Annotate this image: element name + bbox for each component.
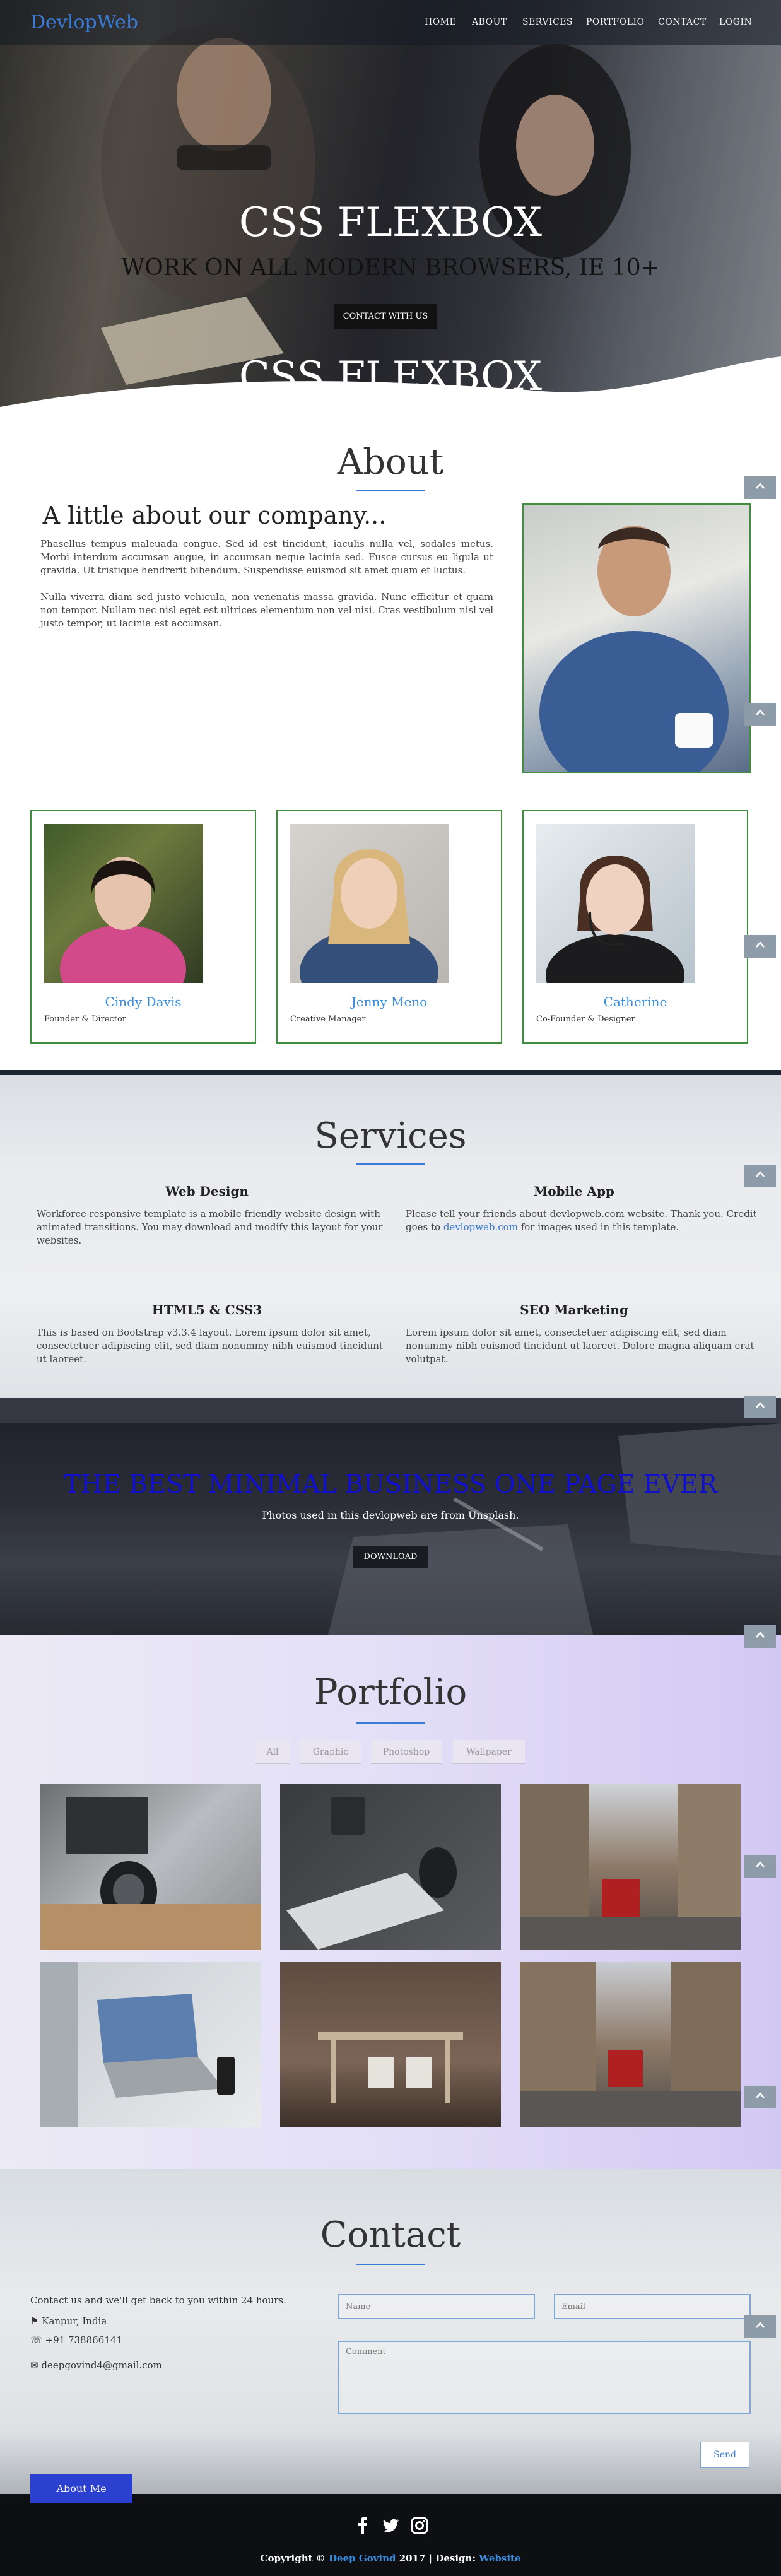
- service-title: SEO Marketing: [520, 1302, 628, 1317]
- hero-title: CSS FLEXBOX: [238, 199, 543, 246]
- contact-phone: ☏ +91 738866141: [30, 2334, 122, 2346]
- contact-location: ⚑ Kanpur, India: [30, 2315, 107, 2327]
- contact-title-underline: [356, 2264, 425, 2265]
- chevron-up-icon: [756, 709, 765, 715]
- service-description: Please tell your friends about devlopweb…: [406, 1208, 757, 1233]
- footer-copyright: Copyright © Deep Govind 2017 | Design: W…: [260, 2553, 521, 2564]
- nav-home[interactable]: HOME: [425, 17, 456, 27]
- team-member-role: Creative Manager: [290, 1015, 366, 1024]
- chevron-up-icon: [756, 2092, 765, 2098]
- filter-photoshop[interactable]: Photoshop: [371, 1740, 442, 1764]
- portfolio-item[interactable]: [40, 1784, 261, 1950]
- team-member-name: Cindy Davis: [105, 994, 182, 1009]
- chevron-up-icon: [756, 1861, 765, 1867]
- section-divider: [0, 1070, 781, 1075]
- promo-title: THE BEST MINIMAL BUSINESS ONE PAGE EVER: [64, 1470, 717, 1499]
- portfolio-title: Portfolio: [314, 1672, 467, 1713]
- nav-services[interactable]: SERVICES: [522, 17, 573, 27]
- team-photo: [290, 824, 449, 983]
- team-member-name: Jenny Meno: [351, 994, 428, 1009]
- portfolio-item[interactable]: [520, 1962, 741, 2127]
- filter-wallpaper[interactable]: Wallpaper: [453, 1740, 525, 1764]
- service-title: Mobile App: [534, 1184, 614, 1199]
- chevron-up-icon: [756, 1171, 765, 1177]
- scroll-up-button[interactable]: [744, 703, 776, 726]
- scroll-up-button[interactable]: [744, 476, 776, 499]
- service-description: Workforce responsive template is a mobil…: [37, 1208, 383, 1246]
- about-paragraph-1: Phasellus tempus maleuada congue. Sed id…: [40, 538, 493, 576]
- service-description: Lorem ipsum dolor sit amet, consectetuer…: [406, 1327, 755, 1365]
- promo-subtitle: Photos used in this devlopweb are from U…: [262, 1509, 519, 1521]
- service-title: Web Design: [165, 1184, 249, 1199]
- contact-title: Contact: [320, 2214, 461, 2255]
- about-subtitle: A little about our company...: [42, 502, 387, 529]
- hero-wave-divider: [0, 356, 781, 423]
- scroll-up-button[interactable]: [744, 1396, 776, 1418]
- nav-about[interactable]: ABOUT: [472, 17, 507, 27]
- nav-contact[interactable]: CONTACT: [658, 17, 707, 27]
- team-member-role: Co-Founder & Designer: [536, 1015, 635, 1024]
- services-title-underline: [356, 1163, 425, 1165]
- scroll-up-button[interactable]: [744, 1855, 776, 1878]
- services-title: Services: [314, 1115, 467, 1156]
- portfolio-item[interactable]: [280, 1962, 501, 2127]
- scroll-up-button[interactable]: [744, 1625, 776, 1648]
- chevron-up-icon: [756, 483, 765, 489]
- filter-all[interactable]: All: [255, 1740, 290, 1764]
- about-photo: [522, 503, 751, 773]
- about-paragraph-2: Nulla viverra diam sed justo vehicula, n…: [40, 591, 493, 629]
- hero-subtitle: WORK ON ALL MODERN BROWSERS, IE 10+: [121, 255, 660, 281]
- scroll-up-button[interactable]: [744, 2086, 776, 2108]
- author-link[interactable]: Deep Govind: [329, 2553, 396, 2564]
- about-title: About: [337, 442, 444, 483]
- nav-portfolio[interactable]: PORTFOLIO: [586, 17, 645, 27]
- portfolio-item[interactable]: [280, 1784, 501, 1950]
- phone-icon: ☏: [30, 2334, 42, 2346]
- service-title: HTML5 & CSS3: [151, 1302, 262, 1317]
- team-card: Cindy Davis Founder & Director: [30, 810, 256, 1044]
- instagram-icon[interactable]: [410, 2516, 429, 2535]
- team-card: Jenny Meno Creative Manager: [276, 810, 502, 1044]
- brand-logo[interactable]: DevlopWeb: [30, 11, 138, 33]
- contact-email: ✉ deepgovind4@gmail.com: [30, 2360, 162, 2371]
- team-member-role: Founder & Director: [44, 1015, 126, 1024]
- chevron-up-icon: [756, 2322, 765, 2328]
- scroll-up-button[interactable]: [744, 935, 776, 958]
- twitter-icon[interactable]: [381, 2516, 400, 2535]
- chevron-up-icon: [756, 941, 765, 948]
- scroll-up-button[interactable]: [744, 2315, 776, 2338]
- chevron-up-icon: [756, 1402, 765, 1408]
- about-me-button[interactable]: About Me: [30, 2474, 132, 2503]
- name-input[interactable]: [338, 2294, 535, 2319]
- facebook-icon[interactable]: [353, 2516, 372, 2535]
- design-link[interactable]: Website: [479, 2553, 520, 2564]
- portfolio-item[interactable]: [520, 1784, 741, 1950]
- team-photo: [44, 824, 203, 983]
- nav-login[interactable]: LOGIN: [719, 17, 752, 27]
- team-member-name: Catherine: [603, 994, 667, 1009]
- map-marker-icon: ⚑: [30, 2315, 39, 2327]
- navbar: DevlopWeb HOME ABOUT SERVICES PORTFOLIO …: [0, 0, 781, 45]
- portfolio-title-underline: [356, 1722, 425, 1724]
- team-photo: [536, 824, 695, 983]
- envelope-icon: ✉: [30, 2360, 38, 2371]
- contact-with-us-button[interactable]: CONTACT WITH US: [334, 304, 437, 329]
- contact-intro: Contact us and we'll get back to you wit…: [30, 2295, 286, 2306]
- download-button[interactable]: DOWNLOAD: [353, 1546, 428, 1568]
- email-input[interactable]: [554, 2294, 751, 2319]
- service-description: This is based on Bootstrap v3.3.4 layout…: [37, 1327, 383, 1365]
- filter-graphic[interactable]: Graphic: [300, 1740, 361, 1764]
- team-card: Catherine Co-Founder & Designer: [522, 810, 748, 1044]
- comment-textarea[interactable]: [338, 2341, 751, 2414]
- about-title-underline: [356, 490, 425, 491]
- send-button[interactable]: Send: [700, 2442, 749, 2468]
- chevron-up-icon: [756, 1632, 765, 1638]
- portfolio-item[interactable]: [40, 1962, 261, 2127]
- devlopweb-link[interactable]: devlopweb.com: [443, 1221, 518, 1233]
